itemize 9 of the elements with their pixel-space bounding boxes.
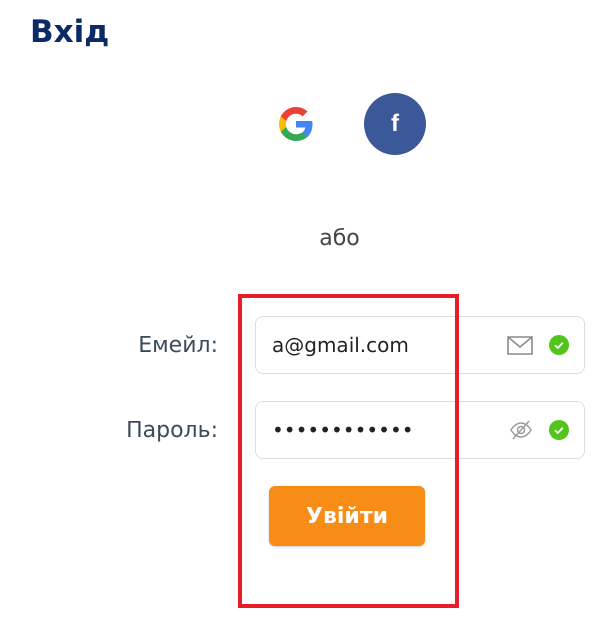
field-label: Пароль:: [125, 418, 218, 442]
envelope-icon: [507, 336, 533, 354]
eye-slash-icon[interactable]: [509, 420, 533, 440]
password-field[interactable]: ••••••••••••: [255, 401, 585, 459]
email-field[interactable]: a@gmail.com: [255, 316, 585, 374]
divider-text: або: [318, 226, 361, 253]
facebook-login-button[interactable]: f: [364, 93, 426, 155]
page-title: Вхід: [29, 13, 110, 52]
field-label: Емейл:: [137, 332, 218, 358]
